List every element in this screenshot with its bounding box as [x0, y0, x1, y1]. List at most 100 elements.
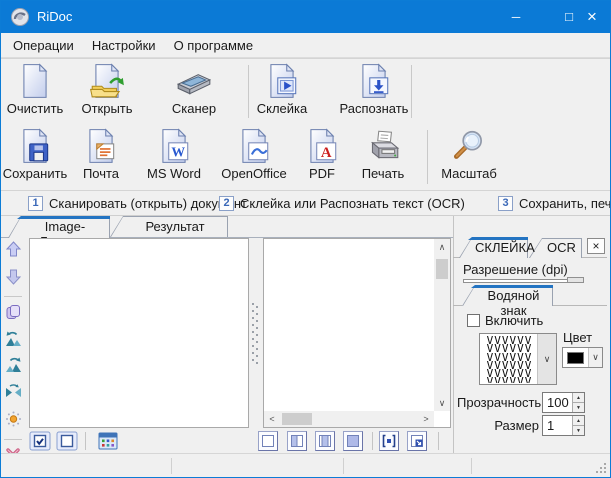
- scanner-icon: [175, 62, 213, 100]
- pdf-button[interactable]: A PDF: [300, 127, 344, 185]
- status-divider: [171, 458, 172, 474]
- stitch-icon: [263, 62, 301, 100]
- hscroll-thumb[interactable]: [282, 413, 312, 425]
- fit-image-button[interactable]: [407, 431, 427, 451]
- zoom-button[interactable]: Масштаб: [438, 127, 500, 185]
- menu-bar: Операции Настройки О программе: [1, 33, 610, 58]
- zoom-magnifier-icon: [450, 127, 488, 165]
- tab-stitch-panel[interactable]: СКЛЕЙКА: [459, 237, 528, 258]
- preview-vscrollbar[interactable]: ∧ ∨: [434, 239, 450, 411]
- enable-watermark-label: Включить: [485, 313, 543, 328]
- clear-button[interactable]: Очистить: [5, 62, 65, 120]
- enable-watermark-checkbox[interactable]: [467, 314, 480, 327]
- move-down-button[interactable]: [4, 267, 23, 286]
- tab-watermark[interactable]: Водяной знак: [462, 285, 553, 306]
- brightness-button[interactable]: [4, 409, 23, 428]
- image-gallery-area[interactable]: [29, 238, 249, 428]
- vscroll-thumb[interactable]: [436, 259, 448, 279]
- resolution-combobox-button[interactable]: [567, 277, 584, 283]
- window-title: RiDoc: [37, 9, 72, 24]
- app-logo-icon: [10, 7, 30, 27]
- openoffice-icon: [235, 127, 273, 165]
- step-3-label: Сохранить, печать: [519, 196, 611, 211]
- size-spin-down[interactable]: ▼: [572, 426, 584, 435]
- fit-selection-button[interactable]: [379, 431, 399, 451]
- zoom-mode-normal-button[interactable]: [258, 431, 278, 451]
- rotate-right-button[interactable]: [4, 356, 23, 375]
- pdf-icon: A: [303, 127, 341, 165]
- resize-grip[interactable]: [596, 463, 607, 474]
- minimize-button[interactable]: ─: [499, 1, 533, 32]
- scanner-button[interactable]: Сканер: [161, 62, 227, 120]
- color-dropdown[interactable]: ∨: [562, 347, 603, 368]
- clear-document-icon: [16, 62, 54, 100]
- size-spin-up[interactable]: ▲: [572, 416, 584, 426]
- print-button[interactable]: Печать: [352, 127, 414, 185]
- opacity-spin-up[interactable]: ▲: [572, 393, 584, 403]
- deselect-all-button[interactable]: [56, 431, 78, 451]
- tab-result-label: Результат: [126, 219, 224, 234]
- save-button[interactable]: Сохранить: [4, 127, 66, 185]
- flip-image-button[interactable]: [4, 383, 23, 402]
- scroll-left-arrow[interactable]: <: [264, 411, 280, 427]
- svg-text:A: A: [321, 145, 332, 161]
- openoffice-button[interactable]: OpenOffice: [214, 127, 294, 185]
- step-1: 1 Сканировать (открыть) документ: [28, 191, 247, 215]
- mail-button[interactable]: Почта: [74, 127, 128, 185]
- scroll-up-arrow[interactable]: ∧: [434, 239, 450, 255]
- color-dropdown-arrow[interactable]: ∨: [588, 348, 602, 367]
- menu-settings[interactable]: Настройки: [83, 38, 165, 53]
- preview-hscrollbar[interactable]: < >: [264, 411, 434, 427]
- step-2: 2 Склейка или Распознать текст (OCR): [219, 191, 465, 215]
- recognize-icon: [355, 62, 393, 100]
- msword-button[interactable]: W MS Word: [142, 127, 206, 185]
- splitter-handle[interactable]: [251, 301, 259, 367]
- opacity-spinner[interactable]: 100 ▲ ▼: [542, 392, 585, 413]
- tab-image-gallery[interactable]: Image-Галерея: [8, 216, 110, 238]
- opacity-value: 100: [547, 395, 569, 410]
- bottom-separator: [372, 432, 373, 450]
- zoom-mode-fit-width-button[interactable]: [287, 431, 307, 451]
- steps-bar: 1 Сканировать (открыть) документ 2 Склей…: [1, 191, 610, 216]
- rotate-left-button[interactable]: [4, 330, 23, 349]
- step-3-number: 3: [498, 196, 513, 211]
- svg-text:W: W: [171, 145, 185, 160]
- close-button[interactable]: ×: [573, 1, 611, 32]
- menu-operations[interactable]: Операции: [4, 38, 83, 53]
- stitch-button[interactable]: Склейка: [253, 62, 311, 120]
- scroll-right-arrow[interactable]: >: [418, 411, 434, 427]
- opacity-label: Прозрачность: [457, 395, 539, 410]
- size-spinner[interactable]: 1 ▲ ▼: [542, 415, 585, 436]
- thumbnails-view-button[interactable]: [97, 431, 119, 451]
- resolution-combobox[interactable]: [463, 279, 584, 283]
- opacity-spin-down[interactable]: ▼: [572, 403, 584, 412]
- recognize-button[interactable]: Распознать: [338, 62, 410, 120]
- move-up-button[interactable]: [4, 240, 23, 259]
- bottom-separator: [438, 432, 439, 450]
- tab-result[interactable]: Результат: [110, 216, 228, 237]
- zoom-mode-fit-height-button[interactable]: [315, 431, 335, 451]
- color-swatch: [567, 352, 584, 364]
- main-toolbar: Очистить Открыть ▼ Сканер ▼: [1, 58, 610, 125]
- select-all-button[interactable]: [29, 431, 51, 451]
- scroll-down-arrow[interactable]: ∨: [434, 395, 450, 411]
- menu-about[interactable]: О программе: [165, 38, 263, 53]
- step-1-label: Сканировать (открыть) документ: [49, 196, 247, 211]
- copy-image-button[interactable]: [4, 303, 23, 322]
- tab-ocr-label: OCR: [545, 240, 578, 255]
- pattern-dropdown-arrow[interactable]: ∨: [537, 334, 556, 384]
- bottom-separator: [85, 432, 86, 450]
- open-button[interactable]: Открыть: [77, 62, 137, 120]
- tab-ocr[interactable]: OCR: [529, 238, 582, 258]
- preview-pane: ∧ ∨ < >: [263, 238, 451, 428]
- panel-border: [453, 305, 462, 306]
- msword-icon: W: [155, 127, 193, 165]
- status-bar: [1, 453, 610, 477]
- panel-divider: [453, 216, 454, 453]
- resolution-label: Разрешение (dpi): [463, 262, 568, 277]
- step-2-label: Склейка или Распознать текст (OCR): [240, 196, 465, 211]
- print-icon: [364, 127, 402, 165]
- zoom-mode-fit-page-button[interactable]: [343, 431, 363, 451]
- panel-close-button[interactable]: ×: [587, 238, 605, 254]
- watermark-pattern-dropdown[interactable]: VVVVVV VVVVVV VVVVVV VVVVVV VVVVVV VVVVV…: [479, 333, 557, 385]
